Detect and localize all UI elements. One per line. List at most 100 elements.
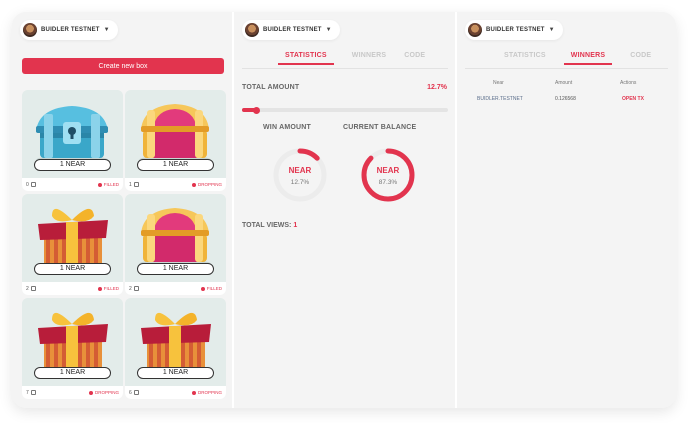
count-value: 7 (26, 389, 29, 396)
copy-count: 0 (26, 182, 36, 188)
tab-winners[interactable]: WINNERS (352, 52, 386, 65)
status-text: DROPPING (197, 390, 222, 395)
tab-winners[interactable]: WINNERS (563, 52, 613, 65)
total-views-value: 1 (293, 222, 298, 229)
status-badge: FILLED (98, 286, 119, 291)
price-tag: 1 NEAR (34, 263, 111, 275)
winner-account[interactable]: BUIDLER.TESTNET (477, 96, 523, 102)
copy-icon[interactable] (133, 286, 139, 291)
status-badge: DROPPING (192, 390, 222, 395)
card-footer: 0 FILLED (22, 178, 123, 191)
box-card[interactable]: 1 NEAR 7 DROPPING (22, 298, 123, 399)
ring-percent: 87.3% (378, 179, 398, 186)
winner-amount: 0.126568 (555, 96, 576, 102)
tab-code[interactable]: CODE (630, 52, 651, 65)
status-dot-icon (192, 182, 197, 187)
status-badge: DROPPING (89, 390, 119, 395)
column-header-actions: Actions (620, 80, 637, 86)
status-text: FILLED (103, 182, 119, 187)
chevron-down-icon: ▼ (548, 27, 555, 33)
status-dot-icon (201, 286, 206, 291)
status-dot-icon (89, 390, 94, 395)
status-badge: FILLED (98, 182, 119, 187)
account-selector[interactable]: BUIDLER TESTNET ▼ (20, 20, 118, 40)
progress-knob (252, 106, 260, 114)
chevron-down-icon: ▼ (103, 27, 110, 33)
statistics-panel: BUIDLER TESTNET ▼ STATISTICS WINNERS COD… (234, 12, 455, 408)
card-footer: 2 FILLED (22, 282, 123, 295)
create-new-box-button[interactable]: Create new box (22, 58, 224, 74)
box-card[interactable]: 1 NEAR 1 DROPPING (125, 90, 226, 191)
tab-underline (465, 68, 668, 69)
column-header-amount: Amount (555, 80, 573, 86)
tab-statistics[interactable]: STATISTICS (504, 52, 546, 65)
status-dot-icon (192, 390, 197, 395)
column-header-near: Near (493, 80, 504, 86)
total-amount-percent: 12.7% (427, 84, 447, 91)
account-selector[interactable]: BUIDLER TESTNET ▼ (242, 20, 340, 40)
status-dot-icon (98, 286, 103, 291)
avatar (23, 23, 37, 37)
copy-count: 2 (26, 286, 36, 292)
copy-count: 1 (129, 182, 139, 188)
win-amount-label: WIN AMOUNT (263, 124, 312, 131)
price-tag: 1 NEAR (137, 367, 214, 379)
account-name: BUIDLER TESTNET (486, 27, 545, 33)
tab-statistics[interactable]: STATISTICS (278, 52, 334, 65)
total-views: TOTAL VIEWS: 1 (242, 222, 297, 229)
price-tag: 1 NEAR (137, 263, 214, 275)
count-value: 6 (129, 389, 132, 396)
box-card[interactable]: 1 NEAR 2 FILLED (22, 194, 123, 295)
card-footer: 2 FILLED (125, 282, 226, 295)
box-card[interactable]: 1 NEAR 2 FILLED (125, 194, 226, 295)
copy-count: 6 (129, 390, 139, 396)
count-value: 0 (26, 181, 29, 188)
app-window: BUIDLER TESTNET ▼ Create new box 1 NEAR … (12, 12, 676, 408)
tab-code[interactable]: CODE (404, 52, 425, 65)
boxes-panel: BUIDLER TESTNET ▼ Create new box 1 NEAR … (12, 12, 232, 408)
ring-value (361, 148, 415, 202)
box-card[interactable]: 1 NEAR 6 DROPPING (125, 298, 226, 399)
count-value: 2 (129, 285, 132, 292)
chevron-down-icon: ▼ (325, 27, 332, 33)
status-text: FILLED (103, 286, 119, 291)
count-value: 2 (26, 285, 29, 292)
status-badge: FILLED (201, 286, 222, 291)
open-tx-link[interactable]: OPEN TX (622, 96, 644, 102)
copy-icon[interactable] (30, 286, 36, 291)
card-footer: 6 DROPPING (125, 386, 226, 399)
box-card[interactable]: 1 NEAR 0 FILLED (22, 90, 123, 191)
card-footer: 7 DROPPING (22, 386, 123, 399)
copy-icon[interactable] (133, 390, 139, 395)
balance-ring-chart (361, 148, 415, 202)
status-badge: DROPPING (192, 182, 222, 187)
total-views-label: TOTAL VIEWS: (242, 222, 292, 229)
total-amount-progress (242, 106, 448, 114)
copy-count: 7 (26, 390, 36, 396)
status-text: FILLED (206, 286, 222, 291)
account-name: BUIDLER TESTNET (263, 27, 322, 33)
tab-bar: STATISTICS WINNERS CODE (504, 52, 669, 65)
price-tag: 1 NEAR (34, 367, 111, 379)
tab-underline (242, 68, 448, 69)
price-tag: 1 NEAR (34, 159, 111, 171)
ring-percent: 12.7% (290, 179, 310, 186)
copy-icon[interactable] (133, 182, 139, 187)
status-text: DROPPING (197, 182, 222, 187)
winners-panel: BUIDLER TESTNET ▼ STATISTICS WINNERS COD… (457, 12, 676, 408)
avatar (245, 23, 259, 37)
copy-icon[interactable] (30, 390, 36, 395)
copy-count: 2 (129, 286, 139, 292)
current-balance-label: CURRENT BALANCE (343, 124, 417, 131)
win-amount-ring: NEAR 12.7% (272, 147, 328, 203)
current-balance-ring: NEAR 87.3% (360, 147, 416, 203)
account-selector[interactable]: BUIDLER TESTNET ▼ (465, 20, 563, 40)
ring-unit: NEAR (288, 166, 312, 175)
count-value: 1 (129, 181, 132, 188)
tab-bar: STATISTICS WINNERS CODE (278, 52, 443, 65)
avatar (468, 23, 482, 37)
copy-icon[interactable] (30, 182, 36, 187)
account-name: BUIDLER TESTNET (41, 27, 100, 33)
card-footer: 1 DROPPING (125, 178, 226, 191)
total-amount-label: TOTAL AMOUNT (242, 84, 300, 91)
